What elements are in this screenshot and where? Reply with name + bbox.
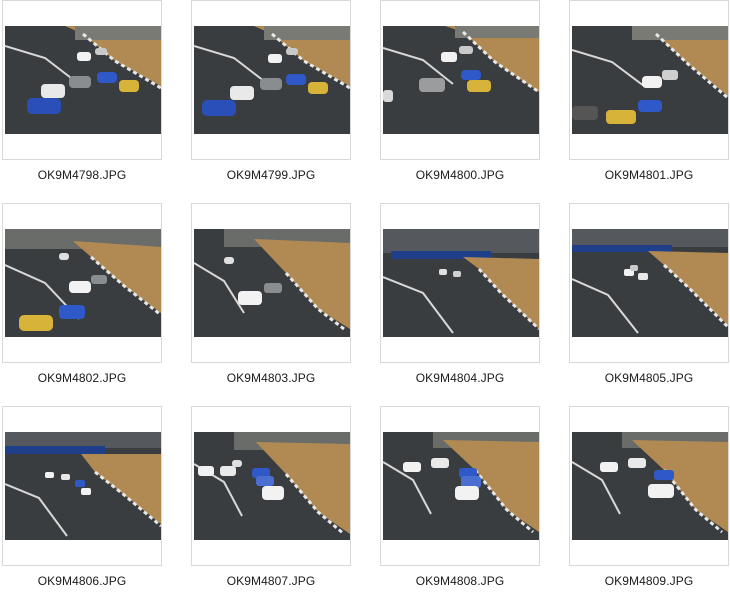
race-photo-thumbnail[interactable] [194,26,350,134]
file-name[interactable]: OK9M4801.JPG [569,168,729,182]
file-name[interactable]: OK9M4809.JPG [569,574,729,588]
thumbnail-frame[interactable] [380,203,540,363]
file-name[interactable]: OK9M4799.JPG [191,168,351,182]
race-photo-thumbnail[interactable] [194,432,350,540]
thumbnail-frame[interactable] [569,0,729,160]
race-photo-thumbnail[interactable] [383,229,539,337]
file-name[interactable]: OK9M4806.JPG [2,574,162,588]
file-name[interactable]: OK9M4808.JPG [380,574,540,588]
race-photo-thumbnail[interactable] [5,229,161,337]
file-name[interactable]: OK9M4803.JPG [191,371,351,385]
race-photo-thumbnail[interactable] [5,26,161,134]
race-photo-thumbnail[interactable] [572,26,728,134]
thumbnail-frame[interactable] [2,0,162,160]
file-name[interactable]: OK9M4802.JPG [2,371,162,385]
race-photo-thumbnail[interactable] [5,432,161,540]
file-name[interactable]: OK9M4804.JPG [380,371,540,385]
file-name[interactable]: OK9M4800.JPG [380,168,540,182]
thumbnail-frame[interactable] [380,0,540,160]
file-name[interactable]: OK9M4798.JPG [2,168,162,182]
thumbnail-frame[interactable] [191,0,351,160]
thumbnail-frame[interactable] [2,406,162,566]
thumbnail-frame[interactable] [2,203,162,363]
thumbnail-frame[interactable] [569,203,729,363]
thumbnail-frame[interactable] [191,203,351,363]
thumbnail-frame[interactable] [191,406,351,566]
thumbnail-frame[interactable] [569,406,729,566]
thumbnail-frame[interactable] [380,406,540,566]
race-photo-thumbnail[interactable] [383,26,539,134]
file-name[interactable]: OK9M4807.JPG [191,574,351,588]
race-photo-thumbnail[interactable] [194,229,350,337]
race-photo-thumbnail[interactable] [383,432,539,540]
file-thumbnail-grid: OK9M4798.JPG OK9M4799.JPG OK9M4800.JPG O… [0,0,730,610]
file-name[interactable]: OK9M4805.JPG [569,371,729,385]
race-photo-thumbnail[interactable] [572,229,728,337]
race-photo-thumbnail[interactable] [572,432,728,540]
